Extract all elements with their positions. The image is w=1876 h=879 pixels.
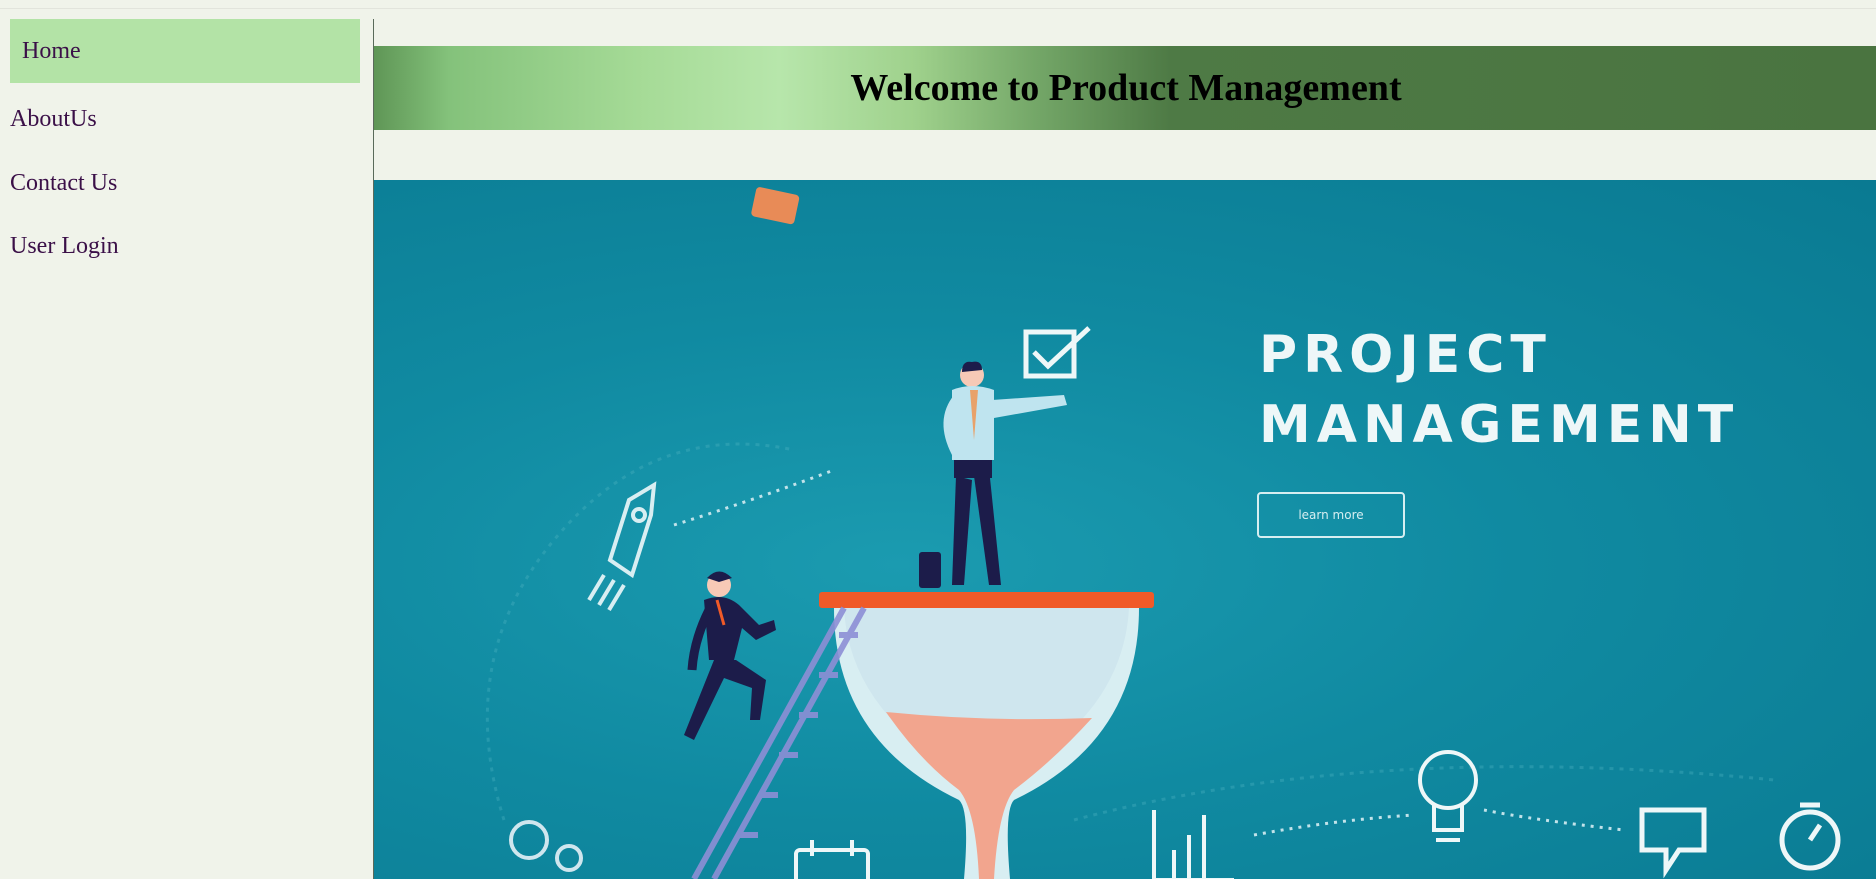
businessman-climbing: [684, 187, 800, 740]
hero-image: PROJECT MANAGEMENT learn more: [374, 180, 1876, 879]
welcome-banner: Welcome to Product Management: [374, 46, 1876, 130]
page-title: Welcome to Product Management: [850, 67, 1402, 109]
hero-title-line1: PROJECT: [1259, 325, 1552, 385]
project-management-illustration: [485, 187, 1841, 879]
checkbox-icon: [1023, 326, 1091, 379]
lightbulb-icon: [1418, 750, 1478, 842]
nav-item-user-login[interactable]: User Login: [10, 233, 119, 260]
hero-title-line2: MANAGEMENT: [1259, 395, 1740, 455]
hourglass-illustration: [819, 592, 1154, 879]
sidebar-nav: Home AboutUs Contact Us User Login: [0, 9, 373, 879]
hero-title: PROJECT MANAGEMENT: [1259, 320, 1739, 460]
businessman-standing: [919, 361, 1067, 588]
calendar-icon: [794, 840, 870, 879]
nav-item-aboutus[interactable]: AboutUs: [10, 106, 97, 133]
nav-item-contact-us[interactable]: Contact Us: [10, 170, 117, 197]
gear-icon: [509, 820, 583, 872]
stopwatch-icon: [1779, 802, 1841, 871]
nav-item-home[interactable]: Home: [10, 19, 360, 83]
bar-chart-icon: [1152, 810, 1234, 879]
chat-bubble-icon: [1639, 807, 1707, 879]
rocket-icon: [587, 481, 657, 612]
learn-more-button[interactable]: learn more: [1257, 492, 1405, 538]
